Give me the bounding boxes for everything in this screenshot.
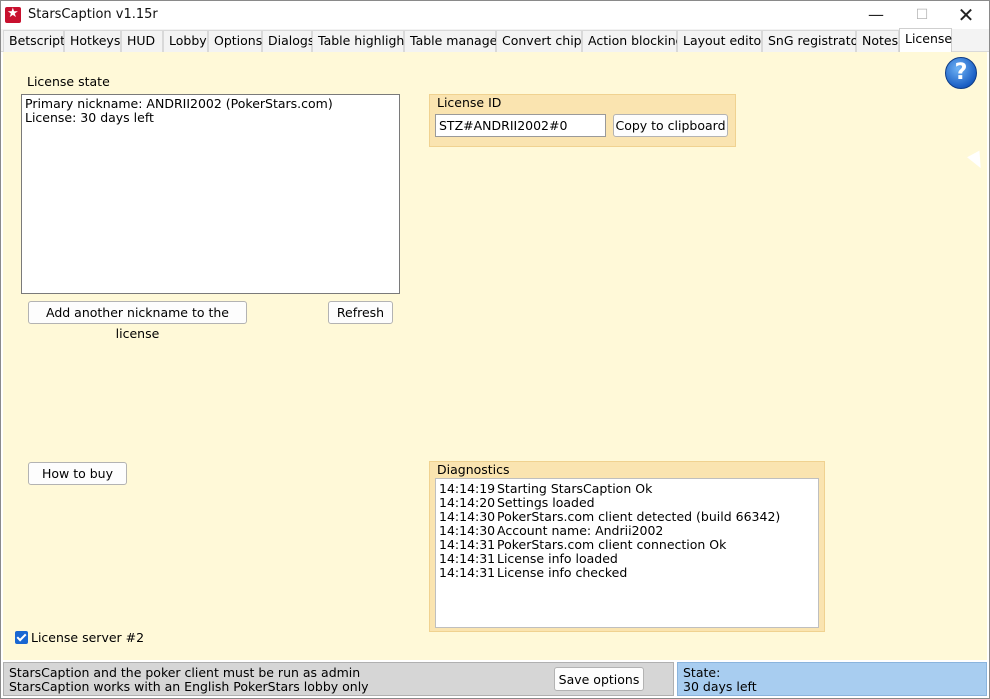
state-value: 30 days left: [683, 679, 757, 694]
log-text: License info loaded: [497, 551, 618, 566]
minimize-button[interactable]: —: [853, 1, 899, 29]
tab-notes[interactable]: Notes: [856, 30, 899, 52]
log-text: Account name: Andrii2002: [497, 523, 664, 538]
license-state-label: License state: [27, 74, 110, 89]
tab-layout-editor[interactable]: Layout editor: [677, 30, 766, 52]
log-text: PokerStars.com client detected (build 66…: [497, 509, 781, 524]
tab-table-manager[interactable]: Table manager: [404, 30, 502, 52]
license-id-group: License ID STZ#ANDRII2002#0 Copy to clip…: [429, 94, 736, 147]
log-time: 14:14:30: [439, 523, 496, 538]
license-state-status: State: 30 days left: [677, 662, 987, 696]
log-time: 14:14:30: [439, 509, 496, 524]
status-messages: StarsCaption and the poker client must b…: [3, 662, 674, 696]
diagnostics-log[interactable]: 14:14:19 Starting StarsCaption Ok 14:14:2…: [435, 478, 819, 628]
tab-lobby[interactable]: Lobby: [163, 30, 208, 52]
license-id-title: License ID: [437, 95, 502, 110]
license-state-line: Primary nickname: ANDRII2002 (PokerStars…: [25, 96, 333, 111]
log-row: 14:14:19 Starting StarsCaption Ok: [439, 482, 815, 496]
tab-sng-registrator[interactable]: SnG registrator: [762, 30, 863, 52]
refresh-button[interactable]: Refresh: [328, 301, 393, 324]
tab-hotkeys[interactable]: Hotkeys: [64, 30, 121, 52]
log-text: Starting StarsCaption Ok: [497, 481, 653, 496]
tab-convert-chips[interactable]: Convert chips: [496, 30, 588, 52]
help-icon[interactable]: ?: [945, 57, 977, 89]
log-time: 14:14:20: [439, 495, 496, 510]
maximize-button[interactable]: ☐: [899, 1, 945, 29]
license-server-checkbox[interactable]: [15, 631, 28, 644]
status-message: StarsCaption works with an English Poker…: [9, 679, 369, 694]
log-text: PokerStars.com client connection Ok: [497, 537, 727, 552]
log-time: 14:14:31: [439, 565, 496, 580]
license-server-label[interactable]: License server #2: [31, 630, 144, 645]
app-star-icon: [5, 6, 21, 23]
diagnostics-title: Diagnostics: [437, 462, 510, 477]
log-row: 14:14:30 PokerStars.com client detected (…: [439, 510, 815, 524]
copy-to-clipboard-button[interactable]: Copy to clipboard: [613, 114, 728, 137]
license-state-line: License: 30 days left: [25, 110, 154, 125]
tab-bar: Betscript Hotkeys HUD Lobby Options Dial…: [1, 28, 989, 53]
log-text: Settings loaded: [497, 495, 595, 510]
log-time: 14:14:31: [439, 551, 496, 566]
add-nickname-button[interactable]: Add another nickname to the license: [28, 301, 247, 341]
title-bar[interactable]: StarsCaption v1.15r — ☐ ✕: [1, 1, 989, 29]
tab-action-blocking[interactable]: Action blocking: [582, 30, 684, 52]
save-options-button[interactable]: Save options: [554, 667, 644, 691]
how-to-buy-button[interactable]: How to buy: [28, 462, 127, 485]
tab-betscript[interactable]: Betscript: [3, 30, 65, 52]
state-label: State:: [683, 665, 721, 680]
license-state-textbox[interactable]: Primary nickname: ANDRII2002 (PokerStars…: [21, 94, 400, 294]
license-panel: License state Primary nickname: ANDRII20…: [3, 52, 987, 660]
tab-options[interactable]: Options: [208, 30, 262, 52]
tab-license[interactable]: License: [899, 28, 952, 53]
log-time: 14:14:31: [439, 537, 496, 552]
diagnostics-group: Diagnostics 14:14:19 Starting StarsCaptio…: [429, 461, 825, 632]
window-title: StarsCaption v1.15r: [28, 7, 158, 22]
log-time: 14:14:19: [439, 481, 496, 496]
tab-table-highlight[interactable]: Table highlight: [312, 30, 409, 52]
close-button[interactable]: ✕: [943, 1, 989, 29]
tab-dialogs[interactable]: Dialogs: [262, 30, 314, 52]
tab-hud[interactable]: HUD: [121, 30, 163, 52]
log-row: 14:14:20 Settings loaded: [439, 496, 815, 510]
log-text: License info checked: [497, 565, 628, 580]
log-row: 14:14:30 Account name: Andrii2002: [439, 524, 815, 538]
status-message: StarsCaption and the poker client must b…: [9, 665, 361, 680]
log-row: 14:14:31 License info checked: [439, 566, 815, 580]
app-window: StarsCaption v1.15r — ☐ ✕ Betscript Hotk…: [0, 0, 990, 699]
license-id-field[interactable]: STZ#ANDRII2002#0: [435, 114, 606, 137]
log-row: 14:14:31 License info loaded: [439, 552, 815, 566]
log-row: 14:14:31 PokerStars.com client connection…: [439, 538, 815, 552]
